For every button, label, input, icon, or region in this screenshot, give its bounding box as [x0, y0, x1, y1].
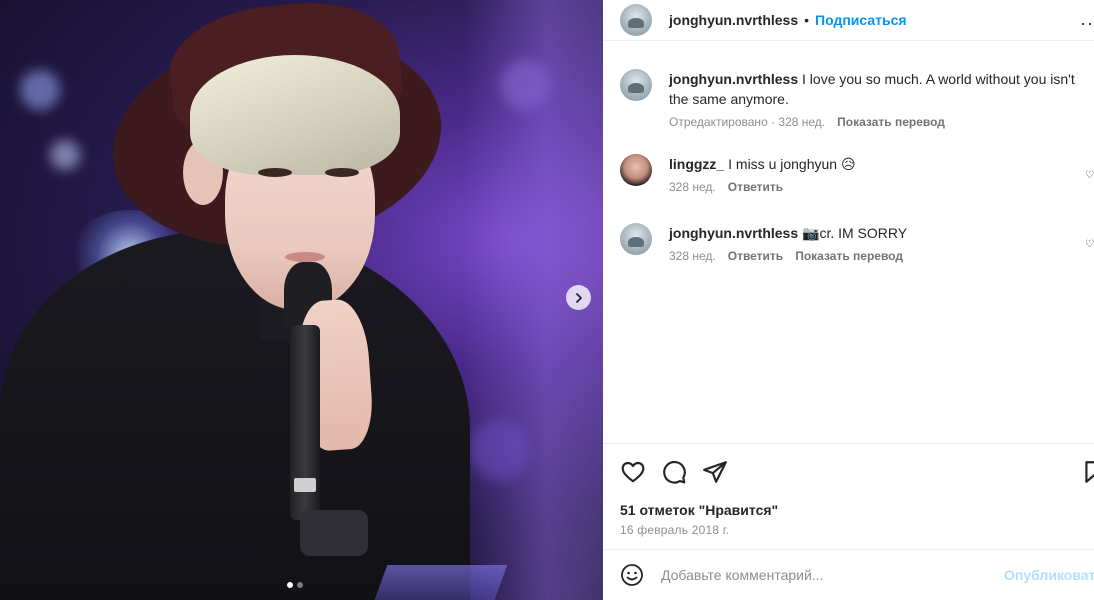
chevron-right-icon	[575, 292, 582, 303]
wrist-watch	[300, 510, 368, 556]
commenter-username[interactable]: linggzz_	[669, 156, 724, 172]
heart-icon	[621, 461, 645, 483]
comment-text: jonghyun.nvrthless I love you so much. A…	[669, 69, 1089, 109]
comment-timestamp: 328 нед.	[669, 249, 716, 263]
bokeh-light	[50, 140, 80, 170]
show-translation-button[interactable]: Показать перевод	[837, 115, 945, 129]
post-panel: jonghyun.nvrthless • Подписаться ·· jong…	[603, 0, 1094, 600]
microphone-tag	[294, 478, 316, 492]
comment-meta: 328 нед. Ответить	[669, 180, 1089, 194]
likes-count[interactable]: 51 отметок "Нравится"	[620, 502, 778, 518]
comment-item: linggzz_ I miss u jonghyun 😥 328 нед. От…	[620, 154, 1094, 194]
carousel-dot-active	[287, 582, 293, 588]
reply-button[interactable]: Ответить	[728, 180, 783, 194]
comment-text: linggzz_ I miss u jonghyun 😥	[669, 154, 1089, 174]
stage-floor-light	[372, 565, 508, 600]
comment-button[interactable]	[661, 459, 687, 485]
comment-timestamp: Отредактировано · 328 нед.	[669, 115, 826, 129]
comment-like-icon[interactable]: ♡	[1085, 239, 1094, 250]
comment-body: I miss u jonghyun 😥	[728, 156, 856, 172]
share-button[interactable]	[702, 459, 728, 485]
paper-plane-icon	[703, 461, 727, 483]
comment-text: jonghyun.nvrthless 📷cr. IM SORRY	[669, 223, 1089, 243]
next-slide-button[interactable]	[566, 285, 591, 310]
performer-eye	[325, 168, 359, 177]
follow-button[interactable]: Подписаться	[815, 12, 907, 28]
show-translation-button[interactable]: Показать перевод	[795, 249, 903, 263]
comment-input[interactable]	[661, 567, 961, 583]
post-actions: 51 отметок "Нравится" 16 февраль 2018 г.	[603, 443, 1094, 549]
bokeh-light	[500, 60, 550, 110]
comment-item: jonghyun.nvrthless 📷cr. IM SORRY 328 нед…	[620, 223, 1094, 263]
commenter-avatar[interactable]	[620, 69, 652, 101]
reply-button[interactable]: Ответить	[728, 249, 783, 263]
header-separator: •	[804, 12, 810, 28]
author-avatar[interactable]	[620, 4, 652, 36]
bookmark-icon	[1085, 461, 1094, 483]
performer-hair	[190, 55, 400, 175]
publish-button[interactable]: Опубликовать	[1004, 567, 1094, 583]
comment-timestamp: 328 нед.	[669, 180, 716, 194]
like-button[interactable]	[620, 459, 646, 485]
commenter-avatar[interactable]	[620, 154, 652, 186]
post-media[interactable]	[0, 0, 603, 600]
emoji-icon[interactable]	[620, 563, 644, 587]
bokeh-light	[470, 420, 530, 480]
caption-comment: jonghyun.nvrthless I love you so much. A…	[620, 69, 1094, 129]
carousel-dots	[287, 582, 303, 588]
comment-meta: Отредактировано · 328 нед. Показать пере…	[669, 115, 1089, 129]
comments-list[interactable]: jonghyun.nvrthless I love you so much. A…	[603, 51, 1094, 443]
post-header: jonghyun.nvrthless • Подписаться ··	[603, 0, 1094, 41]
add-comment-bar: Опубликовать	[603, 549, 1094, 600]
performer-eye	[258, 168, 292, 177]
performer-jacket	[0, 230, 470, 600]
comment-like-icon[interactable]: ♡	[1085, 170, 1094, 181]
author-username[interactable]: jonghyun.nvrthless	[669, 12, 798, 28]
performer-mouth	[285, 252, 325, 262]
comment-body: 📷cr. IM SORRY	[802, 225, 908, 241]
comment-meta: 328 нед. Ответить Показать перевод	[669, 249, 1089, 263]
commenter-username[interactable]: jonghyun.nvrthless	[669, 225, 798, 241]
more-options-icon[interactable]: ··	[1080, 13, 1094, 34]
commenter-avatar[interactable]	[620, 223, 652, 255]
post-date: 16 февраль 2018 г.	[620, 523, 730, 537]
carousel-dot	[297, 582, 303, 588]
commenter-username[interactable]: jonghyun.nvrthless	[669, 71, 798, 87]
comment-bubble-icon	[663, 460, 686, 484]
bokeh-light	[20, 70, 60, 110]
save-button[interactable]	[1081, 459, 1094, 485]
